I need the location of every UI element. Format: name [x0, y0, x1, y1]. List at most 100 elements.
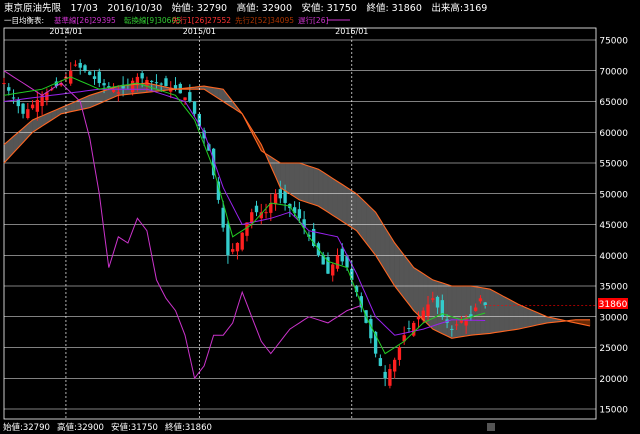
candle-body — [221, 207, 225, 228]
candle-body — [426, 304, 430, 317]
footer-high: 高値:32900 — [57, 422, 104, 433]
y-tick-label: 15000 — [599, 406, 628, 416]
cloud-segment — [489, 288, 495, 334]
candle-body — [2, 83, 6, 85]
candle-body — [431, 298, 435, 300]
legend-kijun: 基準線[26]29395 — [54, 15, 116, 25]
y-tick-label: 60000 — [599, 129, 628, 139]
cloud-segment — [403, 254, 410, 306]
cloud-segment — [280, 162, 286, 192]
y-tick-label: 30000 — [599, 313, 628, 323]
cloud-segment — [337, 181, 343, 222]
candle-body — [383, 371, 387, 379]
cloud-segment — [399, 248, 405, 299]
candle-body — [11, 97, 16, 99]
x-date-label: 2014/01 — [49, 27, 82, 36]
cloud-segment — [289, 162, 295, 198]
cloud-segment — [508, 298, 514, 331]
legend-chikou: 遅行[26] — [298, 15, 328, 25]
cloud-segment — [527, 308, 534, 328]
cloud-segment — [494, 291, 500, 333]
y-tick-label: 55000 — [599, 160, 628, 170]
cloud-segment — [446, 284, 453, 339]
candle-body — [7, 87, 11, 91]
cloud-segment — [313, 167, 319, 207]
candle-body — [188, 92, 192, 102]
footer-open: 始値:32790 — [3, 422, 50, 433]
candle-body — [283, 190, 287, 203]
cloud-segment — [361, 197, 367, 244]
candle-body — [331, 264, 335, 276]
y-tick-label: 70000 — [599, 67, 628, 77]
cloud-segment — [523, 306, 529, 329]
candle-body — [30, 104, 35, 109]
footer-scroll-marker[interactable] — [487, 423, 495, 431]
cloud-segment — [504, 296, 510, 332]
candle-body — [116, 92, 121, 94]
cloud-segment — [389, 234, 395, 287]
cloud-segment — [499, 293, 505, 333]
candle-body — [273, 193, 278, 205]
candle-body — [35, 99, 40, 112]
cloud-segment — [456, 285, 462, 338]
candle-body — [245, 222, 249, 236]
cloud-segment — [394, 242, 400, 293]
last-price-tag: 31860 — [599, 300, 628, 310]
candle-body — [483, 302, 487, 306]
cloud-segment — [427, 276, 433, 330]
cloud-segment — [323, 171, 329, 213]
ichimoku-chart: 75000 70000 65000 60000 55000 50000 45000 40000… — [0, 0, 640, 434]
candle-body — [464, 318, 468, 326]
y-tick-label: 20000 — [599, 375, 628, 385]
candle-body — [340, 248, 344, 262]
cloud-segment — [451, 285, 457, 339]
candle-body — [450, 328, 454, 330]
y-tick-label: 65000 — [599, 98, 628, 108]
chart-background — [0, 0, 640, 434]
candle-body — [231, 249, 235, 252]
cloud-segment — [299, 162, 305, 202]
candle-body — [240, 232, 244, 250]
cloud-segment — [532, 310, 538, 327]
y-tick-label: 45000 — [599, 221, 628, 231]
candle-body — [159, 83, 163, 85]
candle-body — [388, 369, 392, 386]
candle-body — [78, 62, 82, 68]
cloud-segment — [484, 288, 491, 335]
x-date-label: 2015/01 — [183, 27, 216, 36]
cloud-segment — [327, 174, 333, 216]
candle-body — [102, 83, 106, 86]
candle-body — [140, 73, 144, 79]
legend-senkou-a: 先行1[26]27552 — [172, 15, 231, 25]
candle-body — [297, 209, 302, 219]
y-tick-label: 25000 — [599, 344, 628, 354]
cloud-segment — [465, 285, 472, 337]
y-tick-label: 75000 — [599, 37, 628, 47]
ichimoku-label: 一目均衡表: — [4, 15, 44, 25]
candle-body — [454, 324, 459, 326]
candle-body — [235, 242, 240, 252]
candle-body — [416, 316, 421, 320]
chart-title-line: 東京原油先限 17/03 2016/10/30 始値: 32790 高値: 32… — [4, 2, 487, 14]
cloud-segment — [303, 164, 310, 204]
candle-body — [392, 359, 397, 372]
cloud-segment — [356, 193, 362, 238]
candle-body — [111, 89, 116, 92]
candle-body — [83, 65, 87, 71]
cloud-segment — [413, 267, 419, 316]
y-tick-label: 35000 — [599, 283, 628, 293]
candle-body — [192, 101, 197, 114]
candle-body — [73, 64, 78, 66]
cloud-segment — [370, 207, 376, 256]
cloud-segment — [461, 285, 467, 337]
candle-body — [150, 80, 154, 82]
candle-body — [378, 358, 383, 366]
cloud-segment — [342, 184, 348, 225]
cloud-segment — [318, 168, 324, 210]
cloud-segment — [284, 162, 291, 195]
footer-low: 安値:31750 — [111, 422, 158, 433]
candle-body — [92, 76, 97, 79]
legend-senkou-b: 先行2[52]34095 — [235, 15, 294, 25]
y-tick-label: 40000 — [599, 252, 628, 262]
candle-body — [254, 205, 259, 213]
